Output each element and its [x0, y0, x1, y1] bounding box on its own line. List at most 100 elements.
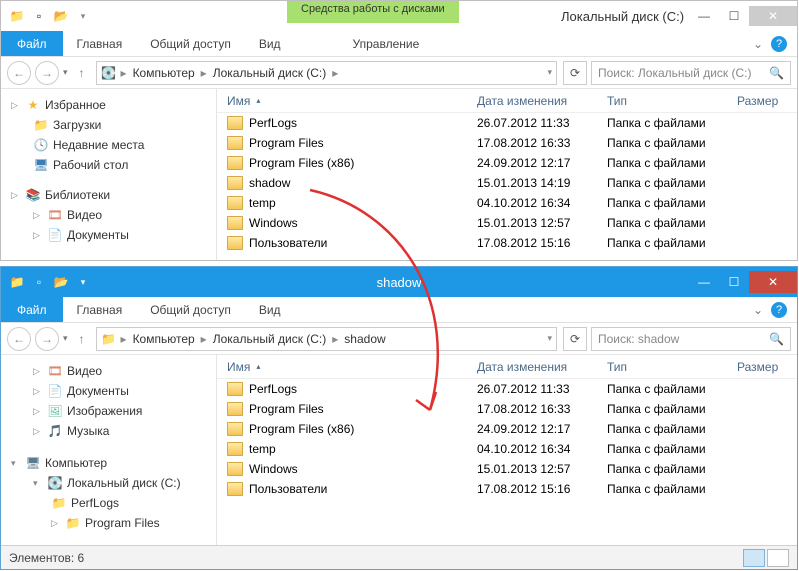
help-icon[interactable]: ?	[771, 36, 787, 52]
tab-share[interactable]: Общий доступ	[136, 297, 245, 322]
col-type[interactable]: Тип	[607, 360, 737, 374]
col-name[interactable]: Имя	[227, 94, 250, 108]
forward-button[interactable]: →	[35, 327, 59, 351]
search-icon: 🔍	[769, 66, 784, 80]
qat-dropdown-icon[interactable]: ▾	[75, 274, 91, 290]
search-input[interactable]: Поиск: Локальный диск (C:) 🔍	[591, 61, 791, 85]
tab-share[interactable]: Общий доступ	[136, 31, 245, 56]
help-icon[interactable]: ?	[771, 302, 787, 318]
col-size[interactable]: Размер	[737, 94, 797, 108]
col-date[interactable]: Дата изменения	[477, 94, 607, 108]
file-row[interactable]: shadow15.01.2013 14:19Папка с файлами	[217, 173, 797, 193]
qat-properties-icon[interactable]: ▫	[31, 8, 47, 24]
file-row[interactable]: Windows15.01.2013 12:57Папка с файлами	[217, 459, 797, 479]
breadcrumb-seg[interactable]: Компьютер	[131, 332, 197, 346]
col-date[interactable]: Дата изменения	[477, 360, 607, 374]
file-row[interactable]: temp04.10.2012 16:34Папка с файлами	[217, 193, 797, 213]
address-bar[interactable]: 📁 ▸ Компьютер ▸ Локальный диск (C:) ▸ sh…	[96, 327, 557, 351]
tab-view[interactable]: Вид	[245, 297, 295, 322]
tree-documents[interactable]: ▷📄Документы	[1, 225, 216, 245]
tree-label: Загрузки	[53, 118, 101, 132]
up-button[interactable]: ↑	[72, 329, 92, 349]
qat-newfolder-icon[interactable]: 📂	[53, 8, 69, 24]
forward-button[interactable]: →	[35, 61, 59, 85]
up-button[interactable]: ↑	[72, 63, 92, 83]
titlebar[interactable]: 📁 ▫ 📂 ▾ shadow — ☐ ✕	[1, 267, 797, 297]
tree-documents[interactable]: ▷📄Документы	[1, 381, 216, 401]
breadcrumb-seg[interactable]: Локальный диск (C:)	[211, 66, 329, 80]
tree-favorites[interactable]: ▷★Избранное	[1, 95, 216, 115]
tree-music[interactable]: ▷🎵Музыка	[1, 421, 216, 441]
column-headers[interactable]: Имя▴ Дата изменения Тип Размер	[217, 89, 797, 113]
tree-computer[interactable]: ▾🖥Компьютер	[1, 453, 216, 473]
tree-programfiles[interactable]: ▷📁Program Files	[1, 513, 216, 533]
tree-perflogs[interactable]: 📁PerfLogs	[1, 493, 216, 513]
file-type: Папка с файлами	[607, 156, 737, 170]
ribbon-expand-icon[interactable]: ⌄	[753, 303, 763, 317]
refresh-button[interactable]: ⟳	[563, 61, 587, 85]
file-row[interactable]: PerfLogs26.07.2012 11:33Папка с файлами	[217, 113, 797, 133]
refresh-button[interactable]: ⟳	[563, 327, 587, 351]
file-row[interactable]: Program Files17.08.2012 16:33Папка с фай…	[217, 133, 797, 153]
nav-tree[interactable]: ▷★Избранное 📁Загрузки 🕓Недавние места 🖥Р…	[1, 89, 217, 260]
qat-newfolder-icon[interactable]: 📂	[53, 274, 69, 290]
tab-view[interactable]: Вид	[245, 31, 295, 56]
breadcrumb-seg[interactable]: Локальный диск (C:)	[211, 332, 329, 346]
tree-videos[interactable]: ▷🎞Видео	[1, 205, 216, 225]
search-input[interactable]: Поиск: shadow 🔍	[591, 327, 791, 351]
back-button[interactable]: ←	[7, 327, 31, 351]
address-dropdown-icon[interactable]: ▾	[547, 67, 552, 78]
file-row[interactable]: PerfLogs26.07.2012 11:33Папка с файлами	[217, 379, 797, 399]
maximize-button[interactable]: ☐	[719, 6, 749, 26]
address-bar[interactable]: 💽 ▸ Компьютер ▸ Локальный диск (C:) ▸ ▾	[96, 61, 557, 85]
tree-pictures[interactable]: ▷🖼Изображения	[1, 401, 216, 421]
tab-home[interactable]: Главная	[63, 31, 137, 56]
tab-file[interactable]: Файл	[1, 297, 63, 322]
qat-properties-icon[interactable]: ▫	[31, 274, 47, 290]
file-list: Имя▴ Дата изменения Тип Размер PerfLogs2…	[217, 355, 797, 545]
nav-tree[interactable]: ▷🎞Видео ▷📄Документы ▷🖼Изображения ▷🎵Музы…	[1, 355, 217, 545]
ribbon-context-tab[interactable]: Средства работы с дисками	[287, 1, 459, 23]
close-button[interactable]: ✕	[749, 6, 797, 26]
tree-recent[interactable]: 🕓Недавние места	[1, 135, 216, 155]
tree-localdisk[interactable]: ▾💽Локальный диск (C:)	[1, 473, 216, 493]
breadcrumb-seg[interactable]: shadow	[342, 332, 387, 346]
star-icon: ★	[25, 97, 41, 113]
column-headers[interactable]: Имя▴ Дата изменения Тип Размер	[217, 355, 797, 379]
file-row[interactable]: Пользователи17.08.2012 15:16Папка с файл…	[217, 233, 797, 253]
address-dropdown-icon[interactable]: ▾	[547, 333, 552, 344]
tree-desktop[interactable]: 🖥Рабочий стол	[1, 155, 216, 175]
history-dropdown-icon[interactable]: ▾	[63, 333, 68, 344]
minimize-button[interactable]: —	[689, 6, 719, 26]
search-placeholder: Поиск: Локальный диск (C:)	[598, 66, 751, 80]
col-name[interactable]: Имя	[227, 360, 250, 374]
view-icons-button[interactable]	[767, 549, 789, 567]
ribbon-expand-icon[interactable]: ⌄	[753, 37, 763, 51]
back-button[interactable]: ←	[7, 61, 31, 85]
view-details-button[interactable]	[743, 549, 765, 567]
tree-videos[interactable]: ▷🎞Видео	[1, 361, 216, 381]
close-button[interactable]: ✕	[749, 271, 797, 293]
tree-libraries[interactable]: ▷📚Библиотеки	[1, 185, 216, 205]
maximize-button[interactable]: ☐	[719, 271, 749, 293]
tab-home[interactable]: Главная	[63, 297, 137, 322]
minimize-button[interactable]: —	[689, 271, 719, 293]
file-row[interactable]: Program Files17.08.2012 16:33Папка с фай…	[217, 399, 797, 419]
tab-file[interactable]: Файл	[1, 31, 63, 56]
file-row[interactable]: Program Files (x86)24.09.2012 12:17Папка…	[217, 153, 797, 173]
file-row[interactable]: Program Files (x86)24.09.2012 12:17Папка…	[217, 419, 797, 439]
col-type[interactable]: Тип	[607, 94, 737, 108]
file-row[interactable]: Windows15.01.2013 12:57Папка с файлами	[217, 213, 797, 233]
tab-manage[interactable]: Управление	[339, 31, 434, 56]
ribbon-tabs: Файл Главная Общий доступ Вид Управление…	[1, 31, 797, 57]
file-row[interactable]: temp04.10.2012 16:34Папка с файлами	[217, 439, 797, 459]
titlebar[interactable]: 📁 ▫ 📂 ▾ Средства работы с дисками Локаль…	[1, 1, 797, 31]
folder-icon	[227, 116, 243, 130]
file-row[interactable]: Пользователи17.08.2012 15:16Папка с файл…	[217, 479, 797, 499]
breadcrumb-seg[interactable]: Компьютер	[131, 66, 197, 80]
qat-dropdown-icon[interactable]: ▾	[75, 8, 91, 24]
col-size[interactable]: Размер	[737, 360, 797, 374]
file-name: Пользователи	[249, 236, 327, 250]
history-dropdown-icon[interactable]: ▾	[63, 67, 68, 78]
tree-downloads[interactable]: 📁Загрузки	[1, 115, 216, 135]
